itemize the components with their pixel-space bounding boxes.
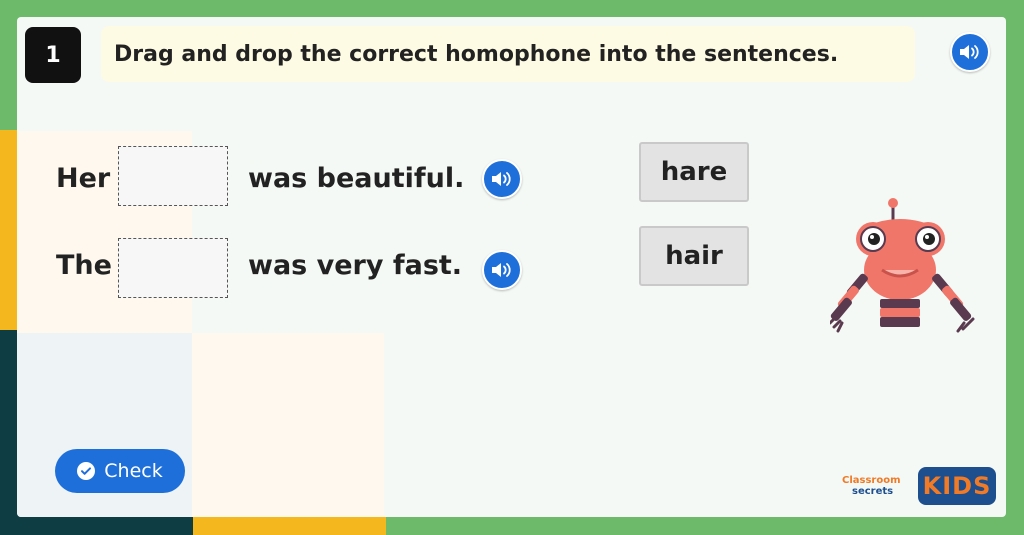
check-button-label: Check xyxy=(104,460,163,482)
check-circle-icon xyxy=(77,462,96,480)
logo-kids-label: KIDS xyxy=(922,472,992,500)
drop-zone-1[interactable] xyxy=(118,146,228,206)
sentence-2-audio-button[interactable] xyxy=(482,250,522,290)
bg-yellow-strip xyxy=(0,130,17,330)
instruction-text: Drag and drop the correct homophone into… xyxy=(101,26,915,82)
sentence-1-end: was beautiful. xyxy=(248,163,465,194)
question-number-badge: 1 xyxy=(25,27,81,83)
sentence-1-audio-button[interactable] xyxy=(482,159,522,199)
instruction-label: Drag and drop the correct homophone into… xyxy=(114,41,839,67)
speaker-icon xyxy=(492,172,511,186)
sentence-2-start: The xyxy=(56,250,112,281)
robot-mascot xyxy=(830,198,975,333)
drop-zone-2[interactable] xyxy=(118,238,228,298)
sentence-1-start: Her xyxy=(56,163,111,194)
logo-kids: KIDS xyxy=(918,467,996,505)
panel-tint xyxy=(192,333,384,517)
word-option-hare[interactable]: hare xyxy=(639,142,749,202)
logo-brand-top: Classroom xyxy=(842,475,901,486)
sentence-2-end: was very fast. xyxy=(248,250,463,281)
instruction-audio-button[interactable] xyxy=(950,32,990,72)
logo-brand-bottom: secrets xyxy=(852,486,894,497)
word-option-hair[interactable]: hair xyxy=(639,226,749,286)
speaker-icon xyxy=(960,45,979,59)
classroom-secrets-kids-logo: Classroom secrets KIDS xyxy=(838,465,1000,507)
check-button[interactable]: Check xyxy=(55,449,185,493)
speaker-icon xyxy=(492,263,511,277)
